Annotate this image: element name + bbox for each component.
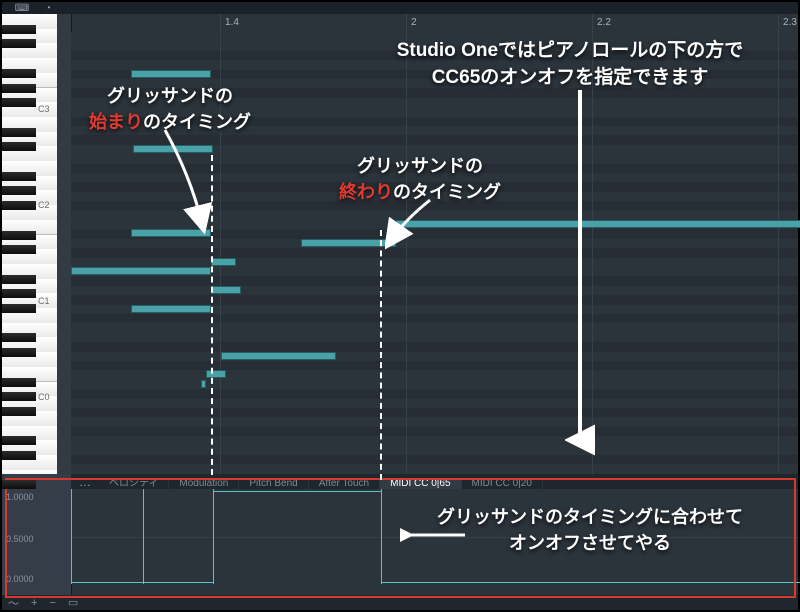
- cc-tab[interactable]: MIDI CC 0|20: [462, 478, 543, 489]
- cc-tab[interactable]: Modulation: [169, 478, 239, 489]
- key-label: C1: [38, 296, 795, 306]
- midi-note[interactable]: [131, 70, 211, 78]
- midi-note[interactable]: [201, 380, 206, 388]
- cc-lane[interactable]: [71, 489, 798, 584]
- ruler-tick: 2.2: [592, 14, 593, 32]
- remove-icon[interactable]: −: [43, 597, 61, 609]
- cc-tab[interactable]: Pitch Bend: [239, 478, 308, 489]
- midi-note[interactable]: [211, 258, 236, 266]
- automation-icon[interactable]: 〜: [2, 595, 25, 611]
- piano-keyboard[interactable]: [2, 14, 57, 474]
- piano-roll[interactable]: [71, 32, 798, 474]
- ruler-tick: 1.4: [220, 14, 221, 32]
- bottom-toolbar: 〜 + − ▭: [2, 595, 798, 610]
- cc-tab[interactable]: MIDI CC 0|65: [380, 478, 461, 489]
- key-label: C3: [38, 104, 795, 114]
- scale-label: 0.5000: [6, 534, 34, 544]
- cc-tab[interactable]: ベロシティ: [99, 478, 169, 489]
- cc-scale: 1.0000 0.5000 0.0000: [2, 474, 72, 599]
- keyboard-gutter: [57, 14, 72, 474]
- timeline-ruler[interactable]: 1.4 2 2.2 2.3: [71, 14, 798, 33]
- midi-note[interactable]: [396, 220, 800, 228]
- midi-note[interactable]: [301, 239, 396, 247]
- cc-step[interactable]: [381, 489, 800, 584]
- scale-label: 1.0000: [6, 492, 34, 502]
- scale-label: 0.0000: [6, 574, 34, 584]
- ruler-tick: 2.3: [778, 14, 779, 32]
- drum-icon[interactable]: ◔: [40, 4, 56, 13]
- top-toolbar: ⌨ ◔: [2, 2, 798, 14]
- add-icon[interactable]: +: [25, 597, 43, 609]
- midi-note[interactable]: [133, 145, 213, 153]
- midi-note[interactable]: [206, 370, 226, 378]
- midi-note[interactable]: [71, 267, 211, 275]
- more-icon[interactable]: …: [71, 475, 99, 489]
- midi-note[interactable]: [131, 229, 211, 237]
- midi-note[interactable]: [221, 352, 336, 360]
- cc-step[interactable]: [71, 489, 144, 584]
- midi-note[interactable]: [211, 286, 241, 294]
- cc-tab-bar: … ベロシティModulationPitch BendAfter TouchMI…: [71, 474, 798, 489]
- cc-step[interactable]: [143, 489, 214, 584]
- menu-icon[interactable]: ▭: [62, 596, 84, 609]
- cc-tab[interactable]: After Touch: [309, 478, 380, 489]
- app-frame: ⌨ ◔ 1.4 2 2.2 2.3 C3 C2 C1 C0 1.0000 0.5000…: [2, 2, 798, 610]
- ruler-tick: 2: [406, 14, 407, 32]
- key-label: C0: [38, 392, 795, 402]
- key-label: C2: [38, 200, 795, 210]
- cc-automation-panel: 1.0000 0.5000 0.0000 … ベロシティModulationPi…: [2, 474, 798, 599]
- cc-step[interactable]: [213, 489, 382, 584]
- keyboard-icon[interactable]: ⌨: [14, 4, 30, 13]
